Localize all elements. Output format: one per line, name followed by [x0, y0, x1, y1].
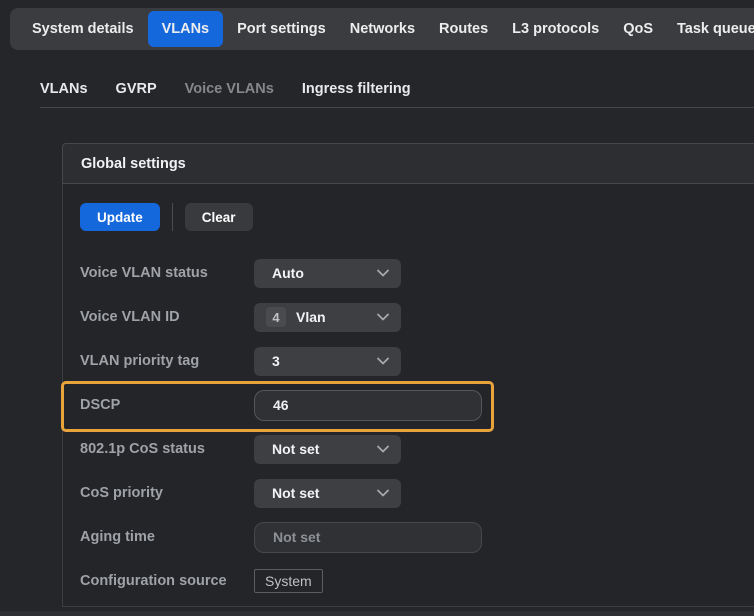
bottom-strip [0, 611, 754, 616]
chevron-down-icon [377, 269, 389, 277]
aging-time-input [254, 522, 482, 553]
nav-tab-qos[interactable]: QoS [611, 10, 665, 48]
field-label-voice-vlan-status: Voice VLAN status [80, 265, 254, 281]
configuration-source-badge: System [254, 569, 323, 593]
subnav-tab-ingress-filtering[interactable]: Ingress filtering [302, 81, 411, 97]
cos-priority-selected-value: Not set [272, 485, 319, 501]
nav-tab-networks[interactable]: Networks [338, 10, 427, 48]
nav-tab-port-settings[interactable]: Port settings [225, 10, 338, 48]
802-1p-cos-status-select[interactable]: Not set [254, 435, 401, 464]
nav-tab-vlans[interactable]: VLANs [148, 11, 224, 47]
clear-button[interactable]: Clear [185, 203, 253, 231]
field-label-configuration-source: Configuration source [80, 573, 254, 589]
voice-vlan-status-selected-value: Auto [272, 265, 304, 281]
nav-tab-l3-protocols[interactable]: L3 protocols [500, 10, 611, 48]
nav-tab-system-details[interactable]: System details [20, 10, 146, 48]
form-row-voice-vlan-status: Voice VLAN status Auto [80, 251, 754, 295]
field-label-802-1p-cos-status: 802.1p CoS status [80, 441, 254, 457]
field-label-cos-priority: CoS priority [80, 485, 254, 501]
subnav-tab-gvrp[interactable]: GVRP [116, 81, 157, 97]
form-row-aging-time: Aging time [80, 515, 754, 559]
nav-tab-routes[interactable]: Routes [427, 10, 500, 48]
voice-vlan-id-value-badge: 4 [266, 307, 286, 327]
subnav-tab-voice-vlans[interactable]: Voice VLANs [185, 81, 274, 97]
form-row-802-1p-cos-status: 802.1p CoS status Not set [80, 427, 754, 471]
nav-tab-task-queue[interactable]: Task queue [665, 10, 754, 48]
subnav-divider [40, 107, 754, 108]
chevron-down-icon [377, 489, 389, 497]
voice-vlan-id-select[interactable]: 4 Vlan [254, 303, 401, 332]
802-1p-cos-status-selected-value: Not set [272, 441, 319, 457]
panel-title: Global settings [81, 156, 186, 172]
form-row-voice-vlan-id: Voice VLAN ID 4 Vlan [80, 295, 754, 339]
settings-form: Voice VLAN statusAutoVoice VLAN ID4VlanV… [80, 251, 754, 603]
form-row-cos-priority: CoS priority Not set [80, 471, 754, 515]
form-row-vlan-priority-tag: VLAN priority tag 3 [80, 339, 754, 383]
vlan-priority-tag-selected-value: 3 [272, 353, 280, 369]
chevron-down-icon [377, 313, 389, 321]
global-settings-panel-body: Update Clear Voice VLAN statusAutoVoice … [62, 184, 754, 607]
action-buttons-row: Update Clear [80, 203, 754, 231]
button-separator [172, 203, 173, 231]
sub-navigation-tabs: VLANs GVRP Voice VLANs Ingress filtering [40, 78, 411, 100]
chevron-down-icon [377, 445, 389, 453]
global-settings-panel-header: Global settings [62, 143, 754, 184]
vlan-priority-tag-select[interactable]: 3 [254, 347, 401, 376]
dscp-input[interactable] [254, 390, 482, 421]
top-navigation-bar: System detailsVLANsPort settingsNetworks… [10, 8, 754, 50]
update-button[interactable]: Update [80, 203, 160, 231]
field-label-dscp: DSCP [80, 397, 254, 413]
subnav-tab-vlans[interactable]: VLANs [40, 81, 88, 97]
field-label-aging-time: Aging time [80, 529, 254, 545]
voice-vlan-status-select[interactable]: Auto [254, 259, 401, 288]
field-label-vlan-priority-tag: VLAN priority tag [80, 353, 254, 369]
form-row-dscp: DSCP [80, 383, 754, 427]
cos-priority-select[interactable]: Not set [254, 479, 401, 508]
field-label-voice-vlan-id: Voice VLAN ID [80, 309, 254, 325]
form-row-configuration-source: Configuration sourceSystem [80, 559, 754, 603]
voice-vlan-id-selected-value: Vlan [296, 309, 326, 325]
chevron-down-icon [377, 357, 389, 365]
